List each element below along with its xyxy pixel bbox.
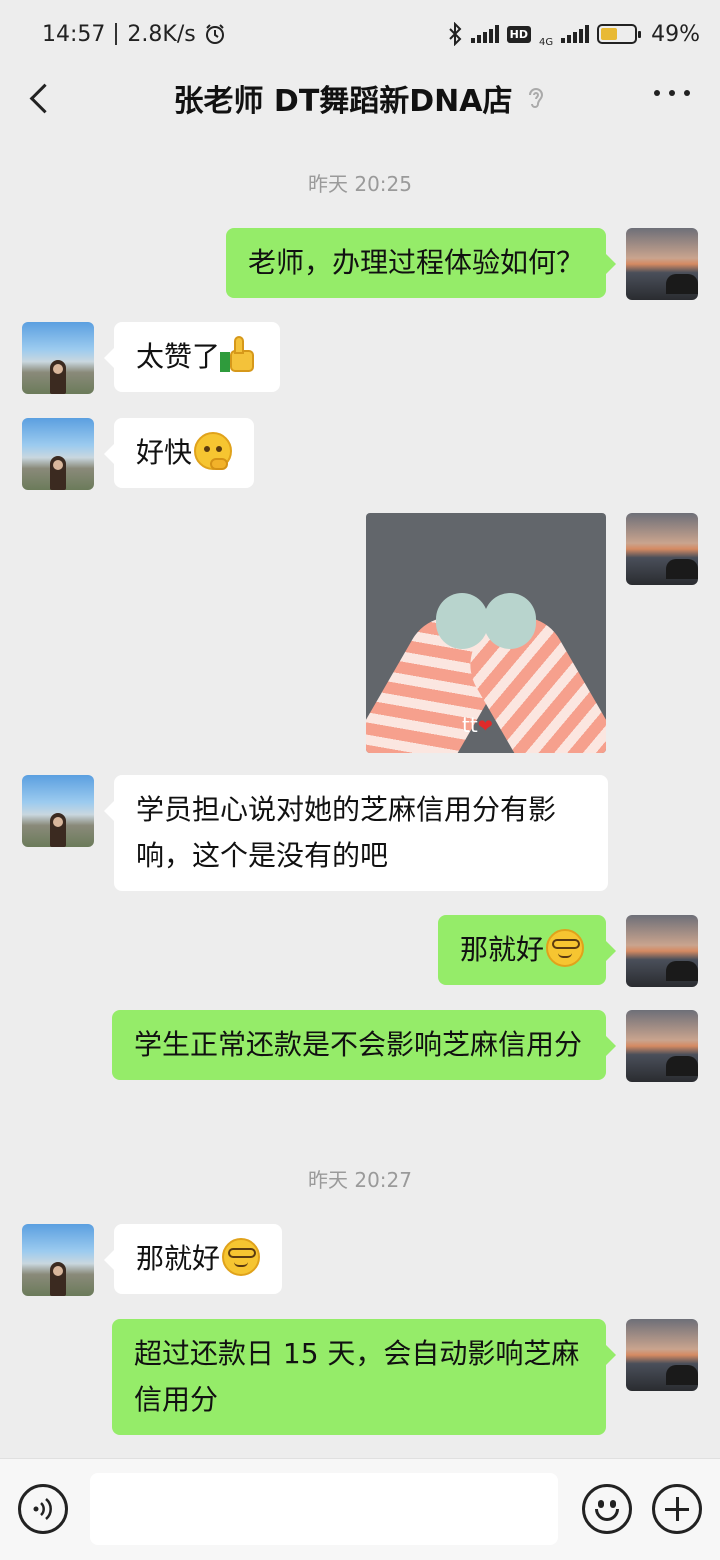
my-avatar[interactable] [626,915,698,987]
sock-toe-left [436,593,488,649]
my-message-bubble[interactable]: 老师，办理过程体验如何？ [225,228,617,298]
message-text: 那就好 [136,1242,221,1275]
ear-icon [528,88,543,108]
my-avatar[interactable] [626,1319,698,1391]
status-bar: 14:57 2.8K/s HD 4G 49% [0,0,720,68]
battery-percent: 49% [651,21,700,47]
heart-icon: ❤ [477,716,493,737]
signal-icon-2 [561,25,590,43]
contact-message-bubble[interactable]: 太赞了 [103,322,281,392]
more-options-button[interactable] [654,90,690,96]
my-message-bubble[interactable]: 学生正常还款是不会影响芝麻信用分 [112,1010,616,1080]
chat-header: 张老师 DT舞蹈新DNA店 [0,68,720,128]
battery-icon [597,24,642,44]
contact-avatar[interactable] [22,1224,94,1296]
time-label: 昨天 20:27 [308,1168,412,1192]
voice-button[interactable] [18,1484,68,1534]
glasses-face-icon [546,929,584,967]
thumbs-up-icon [220,336,258,374]
my-message-bubble[interactable]: 超过还款日 15 天，会自动影响芝麻信用分 [112,1319,616,1435]
message-text: 好快 [136,436,193,469]
status-time: 14:57 [42,21,106,47]
more-actions-button[interactable] [652,1484,702,1534]
contact-message-bubble[interactable]: 好快 [103,418,255,488]
input-bar [0,1458,720,1560]
time-label: 昨天 20:25 [308,172,412,196]
image-caption: tt❤ [462,713,493,737]
signal-icon [470,25,499,43]
message-text: 太赞了 [136,340,221,373]
shy-face-icon [194,432,233,470]
chat-title: 张老师 DT舞蹈新DNA店 [173,84,513,119]
alarm-icon [205,24,224,44]
message-text: 超过还款日 15 天，会自动影响芝麻信用分 [134,1337,580,1416]
title-wrap: 张老师 DT舞蹈新DNA店 [173,76,546,120]
contact-avatar[interactable] [22,322,94,394]
my-message-bubble[interactable]: 那就好 [437,915,617,985]
contact-avatar[interactable] [22,418,94,490]
status-divider [115,23,118,45]
message-text: 学生正常还款是不会影响芝麻信用分 [134,1028,583,1061]
battery-fill [601,28,617,40]
voice-icon [33,1498,52,1520]
contact-message-bubble[interactable]: 学员担心说对她的芝麻信用分有影响，这个是没有的吧 [104,775,608,891]
network-speed: 2.8K/s [127,21,196,47]
message-text: 老师，办理过程体验如何？ [247,246,584,279]
my-avatar[interactable] [626,513,698,585]
message-text: 那就好 [459,933,544,966]
contact-message-bubble[interactable]: 那就好 [103,1224,283,1294]
back-button[interactable] [24,80,54,116]
contact-avatar[interactable] [22,775,94,847]
message-input[interactable] [90,1473,558,1545]
hd-badge: HD [506,25,531,43]
glasses-face-icon [222,1238,261,1276]
my-avatar[interactable] [626,1010,698,1082]
sock-toe-right [484,593,536,649]
image-message[interactable]: tt❤ [366,513,606,753]
status-right: HD 4G 49% [447,20,700,48]
network-type: 4G [538,37,554,48]
emoji-button[interactable] [582,1484,632,1534]
my-avatar[interactable] [626,228,698,300]
status-left: 14:57 2.8K/s [42,22,226,47]
bluetooth-icon [448,22,462,46]
message-text: 学员担心说对她的芝麻信用分有影响，这个是没有的吧 [136,793,557,872]
